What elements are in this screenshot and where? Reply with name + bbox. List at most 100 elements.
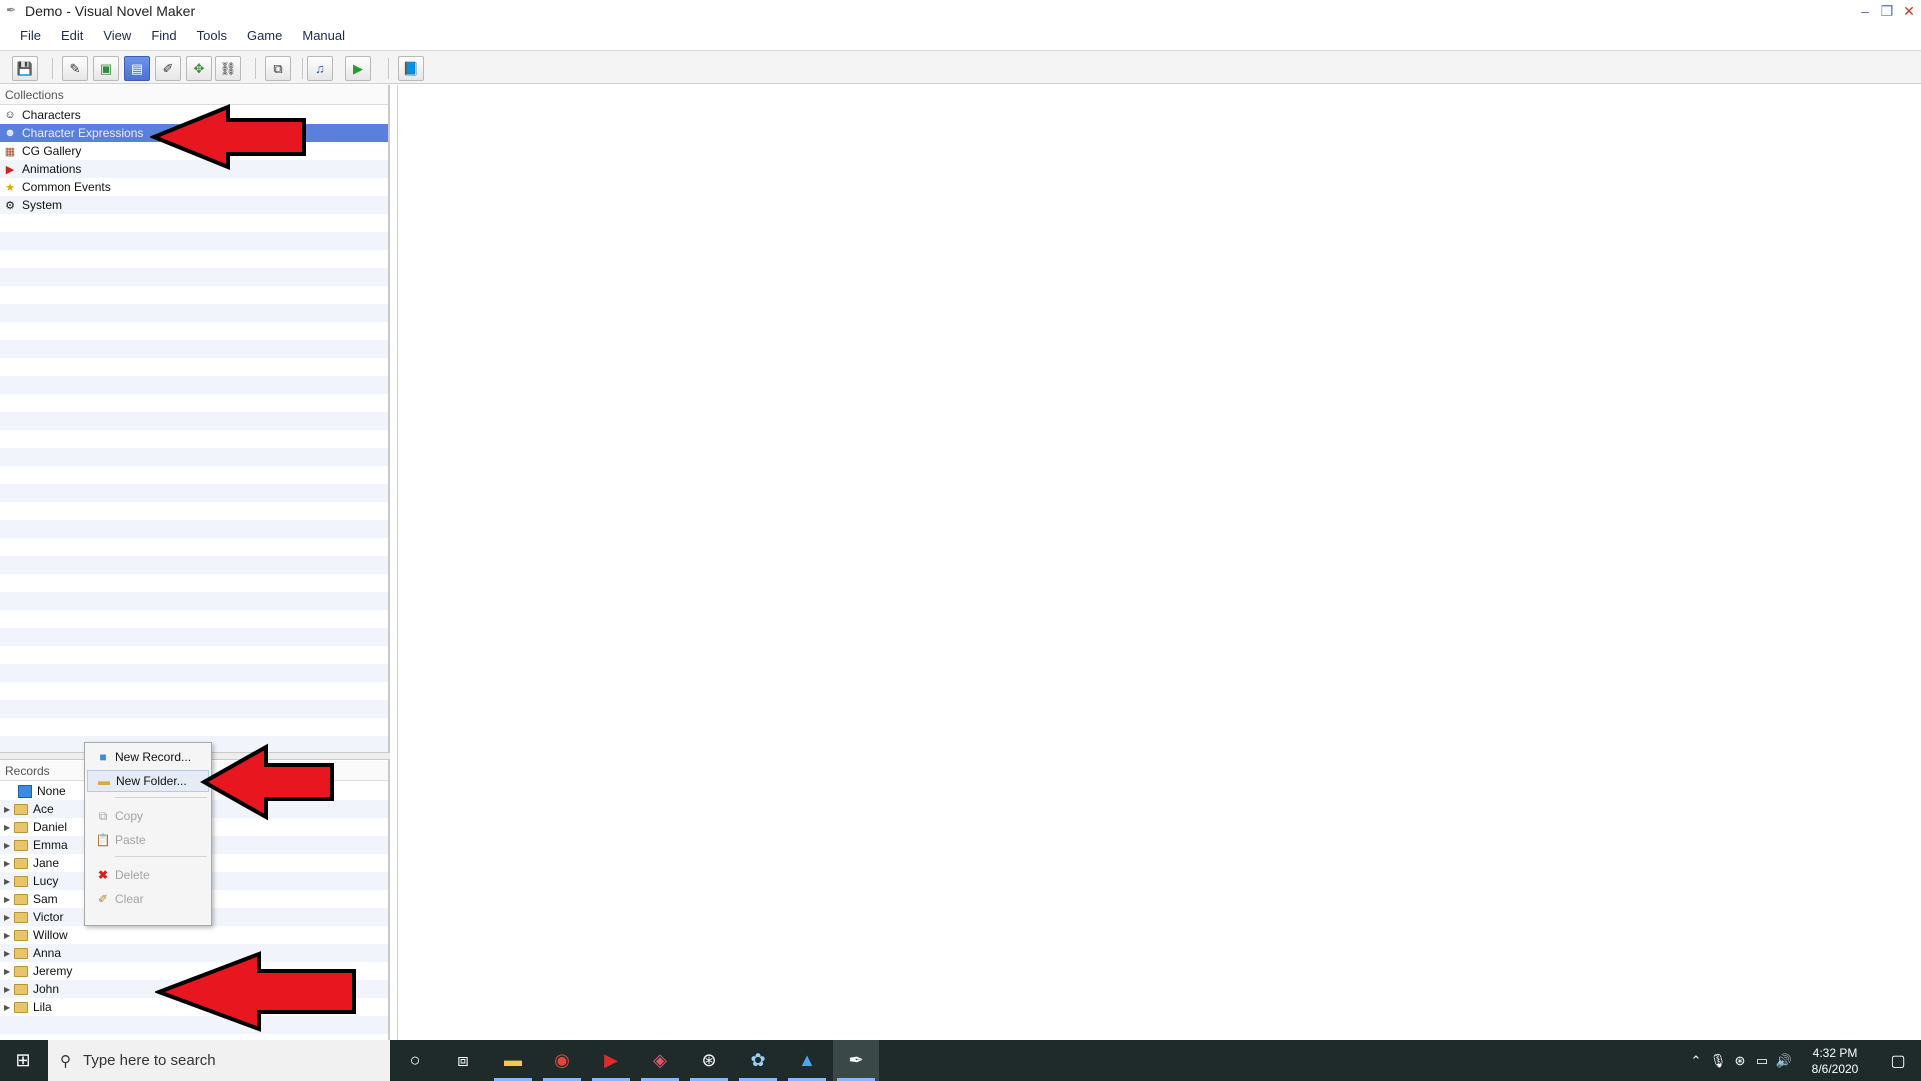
folder-icon xyxy=(14,857,28,869)
volume-icon[interactable]: 🔊 xyxy=(1773,1053,1795,1069)
expand-arrow-icon[interactable]: ▶ xyxy=(4,805,14,814)
clock-time: 4:32 PM xyxy=(1812,1045,1858,1060)
script-editor-button[interactable]: ✎ xyxy=(62,56,88,81)
ctx-copy[interactable]: ⧉ Copy xyxy=(87,805,209,827)
file-explorer-button[interactable]: ▬ xyxy=(490,1040,536,1081)
ctx-label: New Folder... xyxy=(116,774,187,788)
database-icon: ▤ xyxy=(130,60,144,76)
save-icon: 💾 xyxy=(16,60,34,76)
expand-arrow-icon[interactable]: ▶ xyxy=(4,841,14,850)
task-view-button[interactable]: ⧈ xyxy=(440,1040,486,1081)
chevron-up-icon[interactable]: ⌃ xyxy=(1685,1053,1707,1069)
maximize-icon[interactable]: ❐ xyxy=(1879,0,1895,22)
menu-view[interactable]: View xyxy=(103,24,141,48)
expand-arrow-icon[interactable]: ▶ xyxy=(4,967,14,976)
help-button[interactable]: 📘 xyxy=(398,56,424,81)
discord-button[interactable]: ◈ xyxy=(637,1040,683,1081)
music-button[interactable]: ♫ xyxy=(307,56,333,81)
steam-tray-icon[interactable]: ⊛ xyxy=(1729,1053,1751,1069)
menu-tools[interactable]: Tools xyxy=(197,24,237,48)
taskbar: ⊞ ⚲ Type here to search ○ ⧈ ▬ ◉ ▶ ◈ ⊛ ✿ … xyxy=(0,1040,1921,1081)
ctx-label: New Record... xyxy=(115,750,192,764)
collection-item-common-events[interactable]: ★ Common Events xyxy=(0,178,388,196)
notifications-icon[interactable]: ▢ xyxy=(1875,1051,1921,1071)
expand-arrow-icon[interactable]: ▶ xyxy=(4,931,14,940)
close-icon[interactable]: ✕ xyxy=(1901,0,1917,22)
save-button[interactable]: 💾 xyxy=(12,56,38,81)
toolbar-separator xyxy=(302,58,303,79)
folder-icon xyxy=(14,947,28,959)
taskbar-search-box[interactable]: ⚲ Type here to search xyxy=(48,1040,390,1081)
ctx-clear[interactable]: ✐ Clear xyxy=(87,888,209,910)
chrome-button[interactable]: ◉ xyxy=(539,1040,585,1081)
ctx-paste[interactable]: 📋 Paste xyxy=(87,829,209,851)
expand-arrow-icon[interactable]: ▶ xyxy=(4,859,14,868)
record-label: John xyxy=(33,982,60,996)
scene-editor-button[interactable]: ▣ xyxy=(93,56,119,81)
visual-novel-maker-taskbar-button[interactable]: ✒ xyxy=(833,1040,879,1081)
expand-arrow-icon[interactable]: ▶ xyxy=(4,949,14,958)
network-icon[interactable]: ▭ xyxy=(1751,1053,1773,1069)
menu-find[interactable]: Find xyxy=(151,24,186,48)
ctx-label: Copy xyxy=(115,809,144,823)
link-icon: ⛓ xyxy=(219,60,237,76)
menu-file[interactable]: File xyxy=(20,24,51,48)
palette-icon: ✿ xyxy=(750,1050,766,1070)
collection-label: Animations xyxy=(22,162,82,176)
quill-icon: ✒ xyxy=(848,1050,864,1070)
record-label: Jeremy xyxy=(33,964,73,978)
windows-start-button[interactable]: ⊞ xyxy=(0,1040,46,1081)
expand-arrow-icon[interactable]: ▶ xyxy=(4,985,14,994)
plugins-button[interactable]: ⛓ xyxy=(215,56,241,81)
expand-arrow-icon[interactable]: ▶ xyxy=(4,913,14,922)
expand-arrow-icon[interactable]: ▶ xyxy=(4,895,14,904)
collection-label: Common Events xyxy=(22,180,111,194)
paint-button[interactable]: ✿ xyxy=(735,1040,781,1081)
collection-item-system[interactable]: ⚙ System xyxy=(0,196,388,214)
collections-header: Collections xyxy=(0,85,388,105)
puzzle-icon: ✥ xyxy=(193,60,205,76)
annotation-arrow-new-folder xyxy=(200,743,334,821)
layout-editor-button[interactable]: ✐ xyxy=(155,56,181,81)
copy-icon: ⧉ xyxy=(98,808,108,823)
clock[interactable]: 4:32 PM 8/6/2020 xyxy=(1795,1045,1875,1077)
steam-button[interactable]: ⊛ xyxy=(686,1040,732,1081)
microphone-icon[interactable]: 🎙 xyxy=(1707,1053,1729,1069)
copy-button[interactable]: ⧉ xyxy=(265,56,291,81)
character-icon: ☺ xyxy=(4,109,16,121)
record-folder-willow[interactable]: ▶ Willow xyxy=(0,926,388,944)
window-title: Demo - Visual Novel Maker xyxy=(25,3,196,19)
folder-icon: ▬ xyxy=(504,1050,522,1070)
menu-manual[interactable]: Manual xyxy=(302,24,355,48)
ctx-new-record[interactable]: ■ New Record... xyxy=(87,746,209,768)
broom-icon: ✐ xyxy=(97,892,109,906)
new-folder-icon: ▬ xyxy=(98,774,110,788)
record-label: Anna xyxy=(33,946,62,960)
play-button[interactable]: ▶ xyxy=(345,56,371,81)
ctx-delete[interactable]: ✖ Delete xyxy=(87,864,209,886)
menu-game[interactable]: Game xyxy=(247,24,292,48)
record-icon xyxy=(18,784,32,798)
window-controls: – ❐ ✕ xyxy=(1857,0,1917,22)
cortana-button[interactable]: ○ xyxy=(392,1040,438,1081)
search-icon: ⚲ xyxy=(60,1052,71,1070)
ctx-new-folder[interactable]: ▬ New Folder... xyxy=(87,770,209,792)
minimize-icon[interactable]: – xyxy=(1857,0,1873,22)
menu-edit[interactable]: Edit xyxy=(61,24,93,48)
delete-icon: ✖ xyxy=(97,868,109,882)
system-tray: ⌃ 🎙 ⊛ ▭ 🔊 4:32 PM 8/6/2020 ▢ xyxy=(1685,1040,1921,1081)
cortana-circle-icon: ○ xyxy=(409,1050,421,1070)
materials-button[interactable]: ✥ xyxy=(186,56,212,81)
expand-arrow-icon[interactable]: ▶ xyxy=(4,877,14,886)
database-button[interactable]: ▤ xyxy=(124,56,150,81)
editor-area xyxy=(397,85,1921,1040)
collection-label: Characters xyxy=(22,108,81,122)
media-player-button[interactable]: ▶ xyxy=(588,1040,634,1081)
record-label: Emma xyxy=(33,838,68,852)
photos-button[interactable]: ▲ xyxy=(784,1040,830,1081)
animation-icon: ▶ xyxy=(5,163,15,176)
search-placeholder: Type here to search xyxy=(83,1052,216,1069)
expand-arrow-icon[interactable]: ▶ xyxy=(4,1003,14,1012)
expand-arrow-icon[interactable]: ▶ xyxy=(4,823,14,832)
toolbar: 💾 ✎ ▣ ▤ ✐ ✥ ⛓ ⧉ ♫ ▶ 📘 xyxy=(0,50,1921,84)
